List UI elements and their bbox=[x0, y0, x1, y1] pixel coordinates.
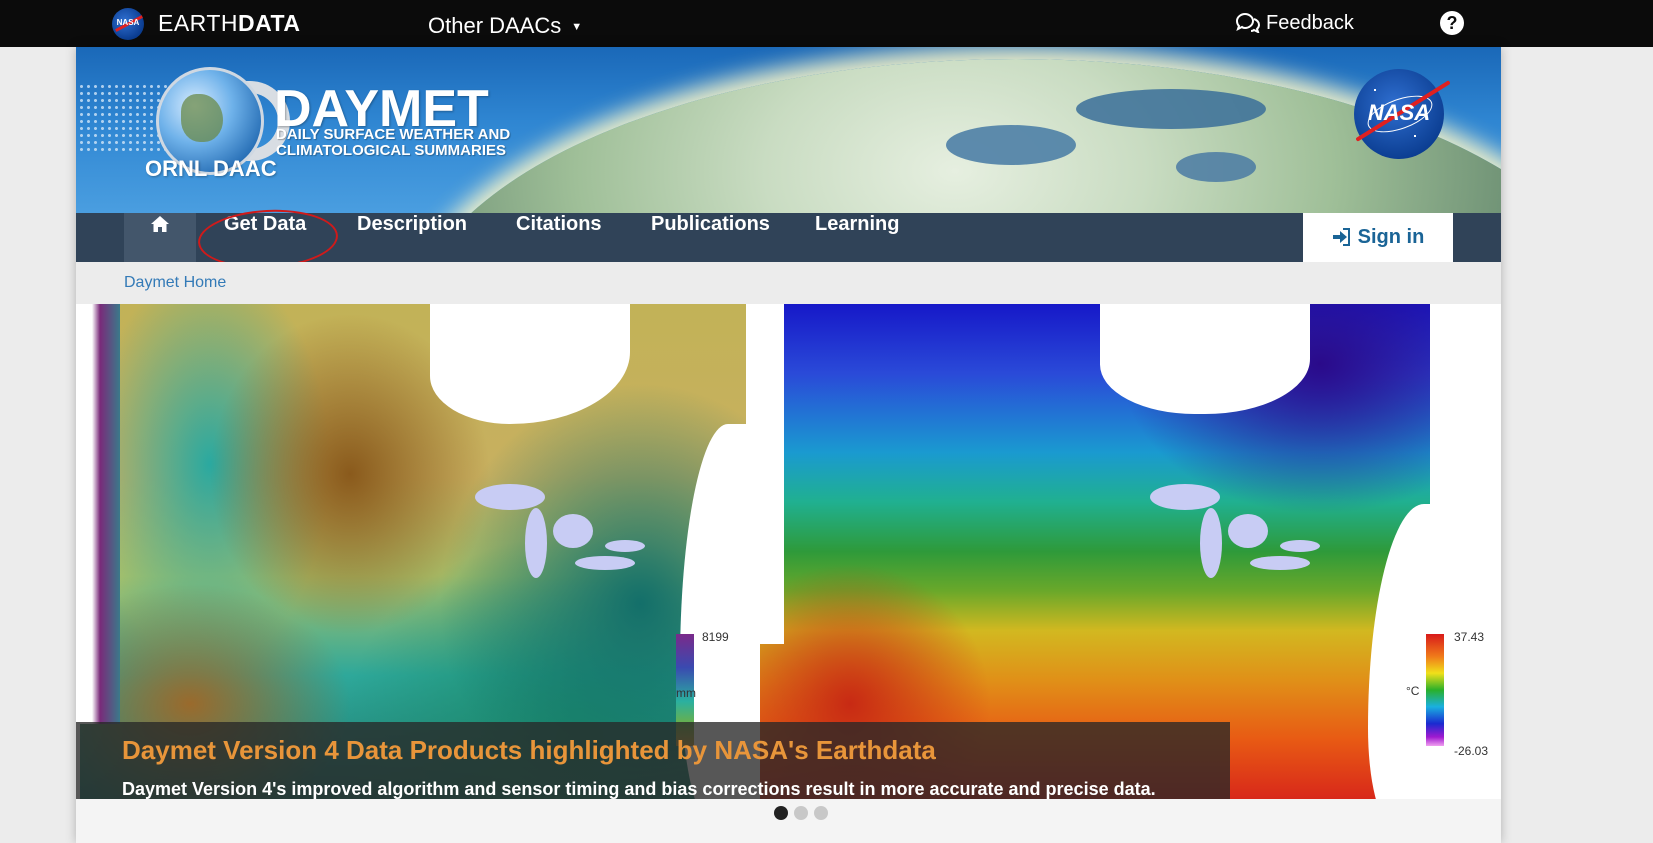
chat-bubbles-icon bbox=[1235, 12, 1261, 34]
subtitle-line: CLIMATOLOGICAL SUMMARIES bbox=[276, 142, 506, 159]
temp-legend-unit: °C bbox=[1406, 684, 1420, 698]
page-container: DAYMET DAILY SURFACE WEATHER AND CLIMATO… bbox=[76, 47, 1501, 843]
star-dot bbox=[1374, 89, 1376, 91]
nasa-badge-icon[interactable]: NASA bbox=[112, 8, 144, 40]
pacific-coast-shape bbox=[80, 304, 120, 724]
lake-michigan bbox=[525, 508, 547, 578]
image-carousel[interactable]: 8199 mm 37.43 °C -26.03 Daymet Version 4… bbox=[76, 304, 1501, 799]
lake-superior bbox=[1150, 484, 1220, 510]
carousel-dot-3[interactable] bbox=[814, 806, 828, 820]
home-icon bbox=[151, 216, 169, 232]
earthdata-logo-link[interactable]: EARTHDATA bbox=[158, 10, 301, 37]
other-daacs-label: Other DAACs bbox=[428, 13, 562, 38]
temp-legend-max: 37.43 bbox=[1454, 630, 1485, 644]
feedback-link[interactable]: Feedback bbox=[1234, 12, 1354, 35]
logo-text-light: EARTH bbox=[158, 10, 239, 36]
banner-lake-shape bbox=[946, 125, 1076, 165]
lake-michigan bbox=[1200, 508, 1222, 578]
lake-superior bbox=[475, 484, 545, 510]
caret-down-icon: ▼ bbox=[571, 21, 583, 34]
carousel-indicators bbox=[76, 799, 1501, 843]
lake-erie bbox=[1250, 556, 1310, 570]
nav-home[interactable] bbox=[124, 213, 196, 262]
nav-publications[interactable]: Publications bbox=[651, 213, 770, 262]
nav-learning[interactable]: Learning bbox=[815, 213, 899, 262]
nav-description[interactable]: Description bbox=[357, 213, 467, 262]
lake-ontario bbox=[605, 540, 645, 552]
help-icon[interactable]: ? bbox=[1440, 11, 1464, 35]
banner-lake-shape bbox=[1176, 152, 1256, 182]
temp-color-scale bbox=[1426, 634, 1444, 746]
ornl-daac-label[interactable]: ORNL DAAC bbox=[145, 156, 277, 182]
main-navbar: Get Data Description Citations Publicati… bbox=[76, 213, 1501, 262]
slide-caption: Daymet Version 4 Data Products highlight… bbox=[76, 722, 1230, 799]
great-lakes-shape bbox=[1150, 484, 1330, 594]
other-daacs-dropdown[interactable]: Other DAACs ▼ bbox=[428, 13, 582, 39]
star-dot bbox=[1414, 135, 1416, 137]
slide-title-link[interactable]: Daymet Version 4 Data Products highlight… bbox=[122, 735, 936, 766]
nasa-badge-label: NASA bbox=[116, 18, 140, 27]
continent-shape bbox=[181, 94, 223, 142]
lake-huron bbox=[1228, 514, 1268, 548]
precip-legend-max: 8199 bbox=[702, 630, 729, 644]
great-lakes-shape bbox=[475, 484, 655, 594]
feedback-label: Feedback bbox=[1266, 12, 1354, 34]
subtitle-line: DAILY SURFACE WEATHER AND bbox=[276, 126, 511, 143]
breadcrumb: Daymet Home bbox=[76, 262, 1501, 304]
temp-legend-min: -26.03 bbox=[1454, 744, 1489, 758]
earthdata-topbar: NASA EARTHDATA Other DAACs ▼ Feedback ? bbox=[0, 0, 1653, 47]
carousel-dot-1[interactable] bbox=[774, 806, 788, 820]
nav-citations[interactable]: Citations bbox=[516, 213, 602, 262]
banner-lake-shape bbox=[1076, 89, 1266, 129]
nasa-logo-icon[interactable]: NASA bbox=[1354, 69, 1451, 159]
nasa-logo-label: NASA bbox=[1367, 100, 1431, 125]
sign-in-button[interactable]: Sign in bbox=[1303, 213, 1453, 262]
pacific-coast-shape bbox=[760, 304, 784, 644]
breadcrumb-home-link[interactable]: Daymet Home bbox=[124, 274, 226, 292]
carousel-dot-2[interactable] bbox=[794, 806, 808, 820]
sign-in-icon bbox=[1332, 228, 1350, 246]
lake-erie bbox=[575, 556, 635, 570]
nav-get-data[interactable]: Get Data bbox=[224, 213, 306, 262]
daymet-header-banner: DAYMET DAILY SURFACE WEATHER AND CLIMATO… bbox=[76, 47, 1501, 213]
slide-description: Daymet Version 4's improved algorithm an… bbox=[122, 779, 1156, 799]
daymet-subtitle: DAILY SURFACE WEATHER AND CLIMATOLOGICAL… bbox=[276, 127, 536, 159]
logo-text-bold: DATA bbox=[238, 10, 301, 36]
precip-legend-unit: mm bbox=[676, 686, 696, 700]
sign-in-label: Sign in bbox=[1357, 226, 1425, 248]
hudson-bay-shape bbox=[1100, 304, 1310, 414]
lake-ontario bbox=[1280, 540, 1320, 552]
lake-huron bbox=[553, 514, 593, 548]
